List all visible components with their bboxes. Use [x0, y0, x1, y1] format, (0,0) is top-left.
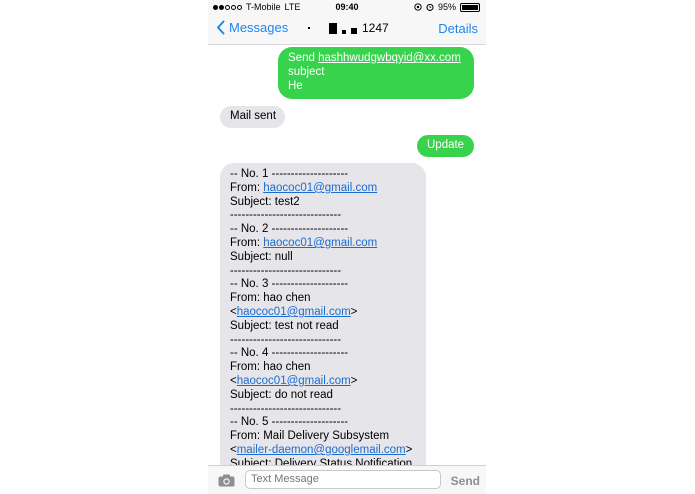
sent-message-bubble[interactable]: Update — [417, 135, 474, 157]
details-button[interactable]: Details — [438, 21, 478, 36]
redacted-block — [308, 27, 310, 29]
messages-screen: T-Mobile LTE 09:40 95% Messages 1247 Det… — [208, 0, 486, 494]
message-text: Subject: test not read — [230, 319, 339, 332]
message-thread[interactable]: Send hashhwudgwbqyid@xx.com subject He M… — [208, 45, 486, 493]
message-input[interactable] — [245, 470, 441, 489]
message-text: From: Mail Delivery Subsystem — [230, 430, 390, 443]
chevron-left-icon — [217, 20, 225, 35]
message-text: He — [288, 79, 303, 92]
message-text: Send — [288, 52, 319, 64]
redacted-block — [351, 27, 357, 34]
message-text: Subject: null — [230, 250, 293, 263]
message-text: From: — [230, 181, 264, 194]
message-text: < — [230, 305, 237, 318]
alarm-icon — [426, 3, 434, 11]
message-text: < — [230, 443, 237, 456]
message-text: From: hao chen — [230, 292, 311, 305]
message-text: From: hao chen — [230, 361, 311, 374]
message-text: Subject: test2 — [230, 195, 300, 208]
message-text: subject — [288, 65, 325, 78]
email-link[interactable]: haococ01@gmail.com — [237, 375, 351, 387]
message-text: < — [230, 374, 237, 387]
status-right: 95% — [414, 2, 480, 12]
message-text: > — [350, 374, 358, 387]
message-text: Update — [427, 139, 465, 151]
message-text: ----------------------------- — [230, 209, 342, 222]
message-text: From: — [230, 236, 264, 249]
status-bar: T-Mobile LTE 09:40 95% — [208, 0, 486, 14]
email-link[interactable]: haococ01@gmail.com — [237, 306, 351, 318]
message-text: -- No. 5 -------------------- — [230, 416, 349, 429]
message-text: Mail sent — [230, 110, 277, 122]
message-text: -- No. 1 -------------------- — [230, 168, 349, 180]
message-text: ----------------------------- — [230, 264, 342, 277]
location-icon — [414, 3, 422, 11]
conversation-title-number: 1247 — [362, 21, 389, 35]
message-text: > — [350, 305, 358, 318]
message-text: > — [405, 443, 413, 456]
back-button-label: Messages — [229, 20, 289, 35]
email-link[interactable]: haococ01@gmail.com — [263, 237, 377, 249]
camera-icon[interactable] — [218, 474, 235, 487]
compose-bar: Send — [208, 465, 486, 494]
battery-icon — [460, 2, 480, 12]
message-text: -- No. 4 -------------------- — [230, 347, 349, 360]
email-link[interactable]: hashhwudgwbqyid@xx.com — [318, 52, 461, 64]
received-message-bubble[interactable]: -- No. 1 -------------------- From: haoc… — [220, 163, 426, 493]
redacted-block — [342, 29, 346, 34]
message-text: Subject: do not read — [230, 388, 333, 401]
received-message-bubble[interactable]: Mail sent — [220, 106, 285, 128]
message-text: ----------------------------- — [230, 402, 342, 415]
email-link[interactable]: mailer-daemon@googlemail.com — [237, 444, 406, 456]
send-button[interactable]: Send — [451, 474, 480, 488]
battery-percent: 95% — [437, 2, 456, 12]
message-text: -- No. 2 -------------------- — [230, 223, 349, 236]
message-text: ----------------------------- — [230, 333, 342, 346]
navigation-bar: Messages 1247 Details — [208, 14, 486, 45]
redacted-block — [329, 22, 337, 34]
back-button[interactable]: Messages — [216, 20, 288, 35]
conversation-title: 1247 — [308, 21, 389, 35]
sent-message-bubble[interactable]: Send hashhwudgwbqyid@xx.com subject He — [278, 47, 474, 99]
email-link[interactable]: haococ01@gmail.com — [263, 182, 377, 194]
message-text: -- No. 3 -------------------- — [230, 278, 349, 291]
